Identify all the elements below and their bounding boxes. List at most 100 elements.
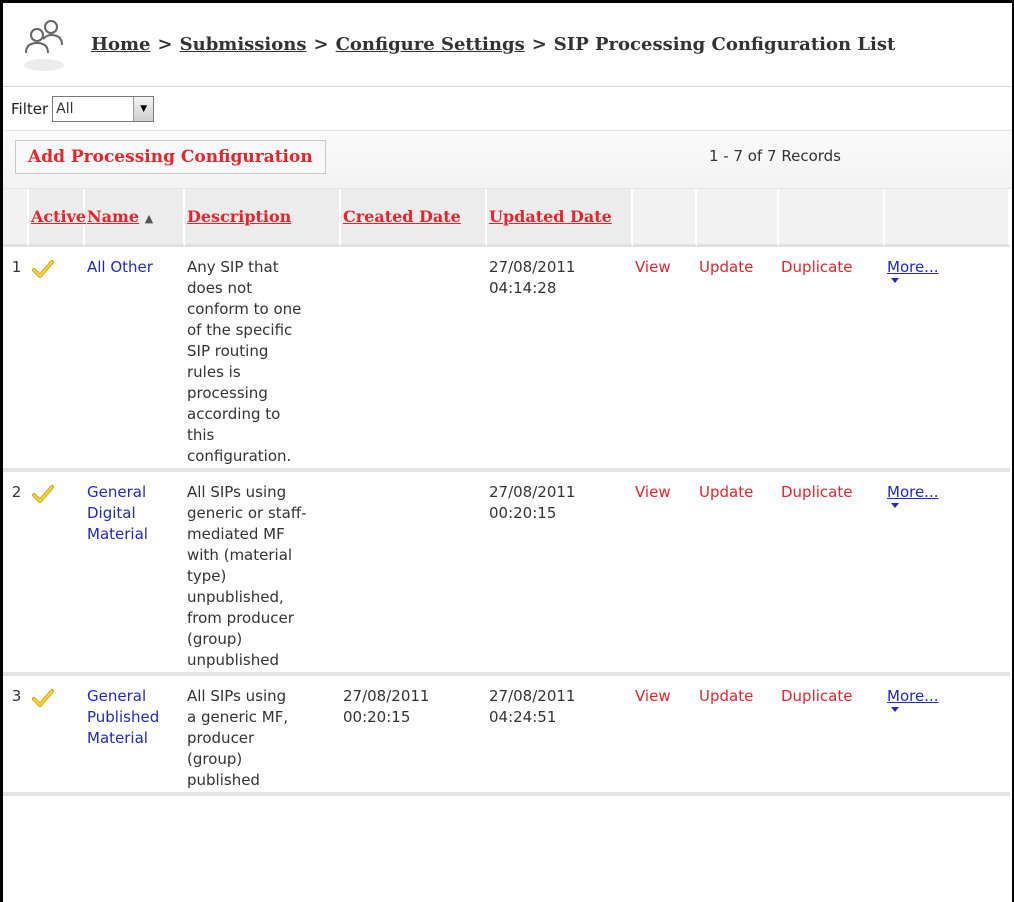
description-cell: All SIPs using a generic MF, producer (g… <box>185 676 341 796</box>
filter-select[interactable]: All ▼ <box>52 95 155 122</box>
column-header-created-date[interactable]: Created Date <box>341 189 487 247</box>
description-line: Any SIP that <box>187 258 279 276</box>
name-link[interactable]: General Digital Material <box>85 472 185 676</box>
column-header-active-label[interactable]: Active <box>31 207 86 226</box>
column-header-more <box>885 189 1010 247</box>
description-line: producer <box>187 729 255 747</box>
description-line: a generic MF, <box>187 708 289 726</box>
name-line: Digital <box>87 504 136 522</box>
name-line: All Other <box>87 258 153 276</box>
checkmark-icon <box>32 485 54 503</box>
column-header-active[interactable]: Active <box>29 189 86 247</box>
name-line: General <box>87 687 147 705</box>
more-cell: More... <box>885 472 1010 676</box>
name-line: Published <box>87 708 160 726</box>
column-header-description[interactable]: Description <box>185 189 341 247</box>
row-number: 1 <box>3 247 29 472</box>
more-cell: More... <box>885 676 1010 796</box>
created-date-line: 27/08/2011 <box>343 687 430 705</box>
chevron-down-icon[interactable] <box>891 707 899 712</box>
column-header-number <box>3 189 29 247</box>
chevron-down-icon[interactable] <box>891 503 899 508</box>
description-line: according to <box>187 405 281 423</box>
name-link[interactable]: All Other <box>85 247 185 472</box>
description-line: does not <box>187 279 253 297</box>
duplicate-link[interactable]: Duplicate <box>779 472 885 676</box>
name-link[interactable]: General Published Material <box>85 676 185 796</box>
update-link[interactable]: Update <box>697 676 779 796</box>
table-row: 2 General Digital Material All SIPs usin… <box>3 472 1010 676</box>
description-line: with (material <box>187 546 293 564</box>
filter-bar: Filter All ▼ <box>3 87 1012 131</box>
page-frame: Home > Submissions > Configure Settings > SIP … <box>0 0 1014 902</box>
created-date-cell <box>341 472 487 676</box>
breadcrumb-separator: > <box>157 34 173 55</box>
breadcrumb-separator: > <box>313 34 329 55</box>
row-number: 3 <box>3 676 29 796</box>
description-line: (group) <box>187 750 243 768</box>
update-link[interactable]: Update <box>697 472 779 676</box>
add-processing-configuration-button[interactable]: Add Processing Configuration <box>15 140 326 174</box>
column-header-created-date-label[interactable]: Created Date <box>343 207 461 226</box>
updated-date-line: 27/08/2011 <box>489 687 576 705</box>
column-header-updated-date[interactable]: Updated Date <box>487 189 633 247</box>
table-row: 1 All Other Any SIP that does not confor… <box>3 247 1010 472</box>
description-line: SIP routing <box>187 342 269 360</box>
chevron-down-icon[interactable] <box>891 278 899 283</box>
updated-time-line: 04:24:51 <box>489 708 557 726</box>
breadcrumb-submissions-link[interactable]: Submissions <box>180 34 307 55</box>
created-date-cell: 27/08/2011 00:20:15 <box>341 676 487 796</box>
more-link[interactable]: More... <box>887 483 939 501</box>
column-header-name[interactable]: Name ▲ <box>85 189 185 247</box>
breadcrumb-configure-settings-link[interactable]: Configure Settings <box>336 34 525 55</box>
sort-ascending-icon: ▲ <box>144 212 154 225</box>
duplicate-link[interactable]: Duplicate <box>779 247 885 472</box>
updated-time-line: 04:14:28 <box>489 279 557 297</box>
view-link[interactable]: View <box>633 247 697 472</box>
filter-selected-value: All <box>56 100 74 117</box>
updated-date-line: 27/08/2011 <box>489 258 576 276</box>
filter-label: Filter <box>11 99 49 118</box>
description-line: type) <box>187 567 227 585</box>
description-line: rules is <box>187 363 241 381</box>
description-line: (group) <box>187 630 243 648</box>
actions-bar: Add Processing Configuration 1 - 7 of 7 … <box>3 131 1012 189</box>
column-header-updated-date-label[interactable]: Updated Date <box>489 207 612 226</box>
active-cell <box>29 472 85 676</box>
view-link[interactable]: View <box>633 676 697 796</box>
description-line: All SIPs using <box>187 687 287 705</box>
description-cell: All SIPs using generic or staff- mediate… <box>185 472 341 676</box>
more-link[interactable]: More... <box>887 258 939 276</box>
column-header-duplicate <box>779 189 885 247</box>
name-line: Material <box>87 729 148 747</box>
view-link[interactable]: View <box>633 472 697 676</box>
updated-date-line: 27/08/2011 <box>489 483 576 501</box>
table-row: 3 General Published Material All SIPs us… <box>3 676 1010 796</box>
checkmark-icon <box>32 689 54 707</box>
column-header-description-label[interactable]: Description <box>187 207 291 226</box>
table-header-row: Active Name ▲ Description Created Date U… <box>3 189 1010 247</box>
created-time-line: 00:20:15 <box>343 708 411 726</box>
duplicate-link[interactable]: Duplicate <box>779 676 885 796</box>
description-line: unpublished, <box>187 588 284 606</box>
description-line: All SIPs using <box>187 483 287 501</box>
more-cell: More... <box>885 247 1010 472</box>
updated-date-cell: 27/08/2011 04:14:28 <box>487 247 633 472</box>
updated-time-line: 00:20:15 <box>489 504 557 522</box>
checkmark-icon <box>32 260 54 278</box>
update-link[interactable]: Update <box>697 247 779 472</box>
configuration-table: Active Name ▲ Description Created Date U… <box>3 189 1010 796</box>
column-header-name-label[interactable]: Name <box>87 207 139 226</box>
updated-date-cell: 27/08/2011 00:20:15 <box>487 472 633 676</box>
active-cell <box>29 247 85 472</box>
more-link[interactable]: More... <box>887 687 939 705</box>
created-date-cell <box>341 247 487 472</box>
chevron-down-icon[interactable]: ▼ <box>133 96 154 121</box>
breadcrumb-home-link[interactable]: Home <box>91 34 151 55</box>
breadcrumb-separator: > <box>531 34 547 55</box>
description-line: configuration. <box>187 447 292 465</box>
records-count: 1 - 7 of 7 Records <box>709 147 841 165</box>
description-line: generic or staff- <box>187 504 307 522</box>
description-line: of the specific <box>187 321 293 339</box>
description-line: processing <box>187 384 268 402</box>
